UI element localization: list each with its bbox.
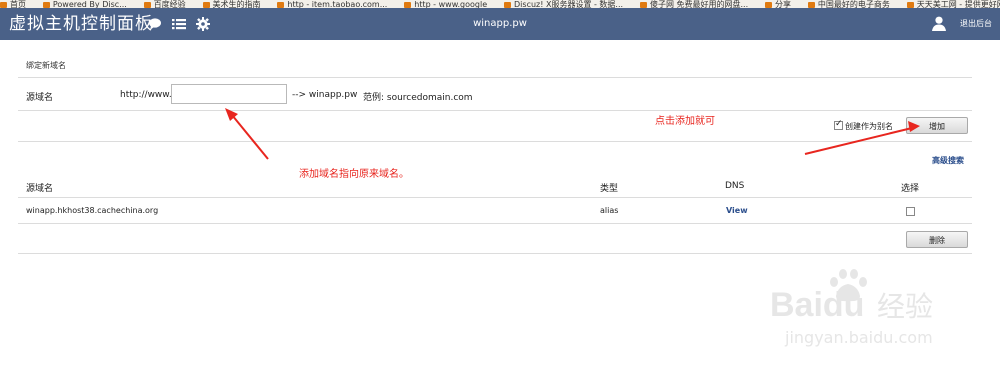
annotation-arrow-add (804, 127, 913, 155)
annotation-arrow-input (231, 114, 269, 160)
arrow-head (908, 121, 920, 132)
watermark-url: jingyan.baidu.com (785, 328, 933, 347)
watermark-brand-cn: 经验 (877, 290, 934, 323)
watermark-brand: Baidu (770, 286, 865, 324)
